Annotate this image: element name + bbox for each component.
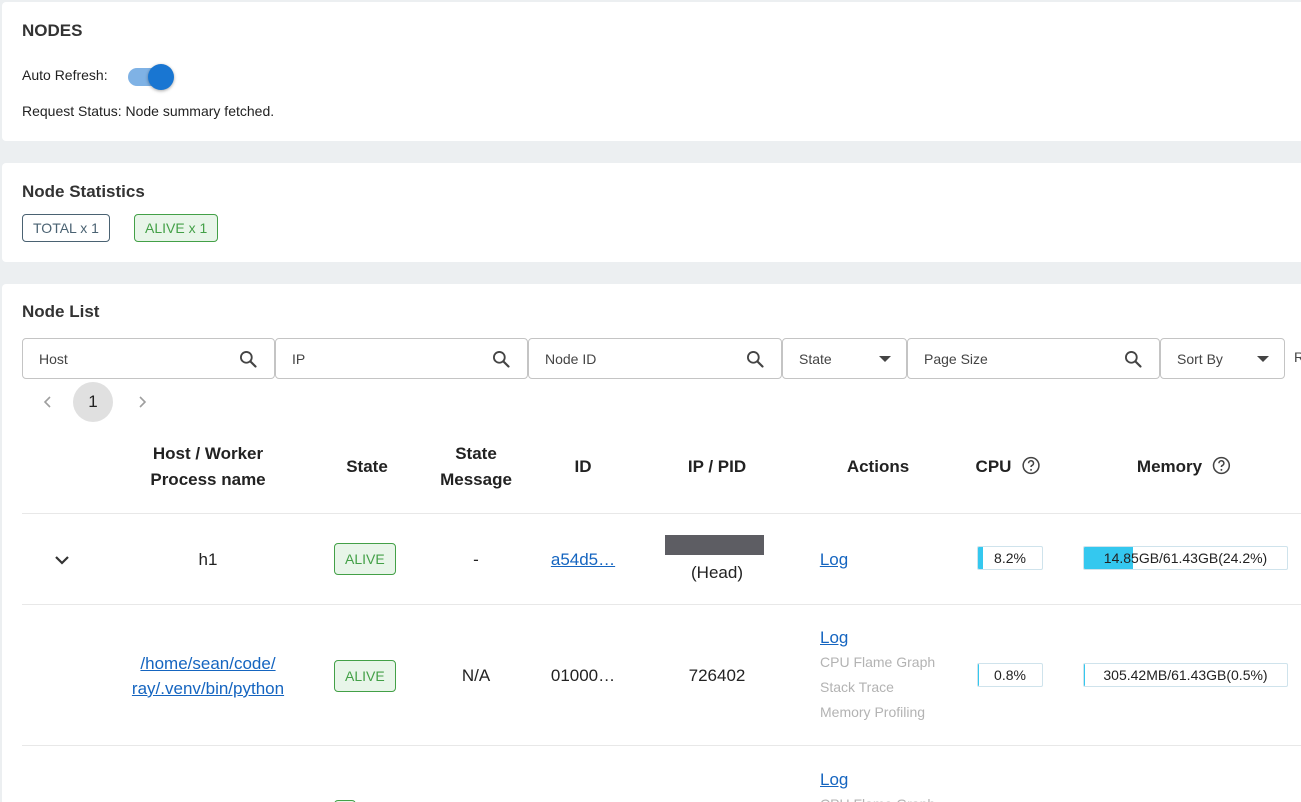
node-id-link[interactable]: a54d5… bbox=[551, 547, 615, 572]
worker-process-line1: /home/sean/code/ bbox=[140, 654, 276, 673]
chevron-down-icon[interactable] bbox=[52, 550, 72, 570]
host-placeholder: Host bbox=[39, 351, 68, 367]
chevron-right-icon[interactable] bbox=[132, 392, 152, 412]
cpu-flame-graph-action[interactable]: CPU Flame Graph bbox=[820, 792, 935, 802]
node-id-placeholder: Node ID bbox=[545, 351, 597, 367]
request-status: Request Status: Node summary fetched. bbox=[22, 103, 275, 119]
node-statistics-card: Node Statistics TOTAL x 1 ALIVE x 1 bbox=[2, 163, 1301, 262]
search-icon bbox=[240, 351, 257, 368]
cpu-usage-bar: 0.8% bbox=[977, 663, 1043, 687]
worker-process-link[interactable]: /home/sean/code/ ray/.venv/bin/python bbox=[132, 651, 284, 701]
dropdown-arrow-icon bbox=[1257, 356, 1269, 362]
page-size-input[interactable]: Page Size bbox=[907, 338, 1160, 379]
state-message: - bbox=[473, 550, 479, 569]
cpu-usage-bar: 8.2% bbox=[977, 546, 1043, 570]
cpu-usage-text: 0.8% bbox=[994, 667, 1026, 683]
column-host-line1: Host / Worker bbox=[152, 444, 264, 463]
column-memory: Memory bbox=[1137, 454, 1231, 480]
state-placeholder: State bbox=[799, 351, 832, 367]
log-link[interactable]: Log bbox=[820, 625, 935, 650]
toggle-thumb bbox=[148, 64, 174, 90]
ip-search-input[interactable]: IP bbox=[275, 338, 528, 379]
search-icon bbox=[1125, 351, 1142, 368]
help-circle-icon[interactable] bbox=[1021, 456, 1040, 475]
column-id: ID bbox=[574, 457, 592, 476]
state-select[interactable]: State bbox=[782, 338, 907, 379]
log-link[interactable]: Log bbox=[820, 767, 935, 792]
status-badge: ALIVE bbox=[334, 660, 396, 692]
column-host-line2: Process name bbox=[150, 470, 266, 489]
worker-actions: Log CPU Flame Graph Stack Trace Memory P… bbox=[820, 625, 935, 725]
auto-refresh-label: Auto Refresh: bbox=[22, 67, 108, 83]
worker-pid: 726402 bbox=[688, 666, 746, 685]
worker-actions: Log CPU Flame Graph bbox=[820, 767, 935, 802]
truncated-control[interactable]: R bbox=[1294, 349, 1301, 365]
page-size-placeholder: Page Size bbox=[924, 351, 988, 367]
worker-process-line2: ray/.venv/bin/python bbox=[131, 679, 285, 698]
memory-usage-text: 305.42MB/61.43GB(0.5%) bbox=[1103, 667, 1268, 683]
row-divider bbox=[22, 513, 1301, 514]
memory-usage-bar: 14.85GB/61.43GB(24.2%) bbox=[1083, 546, 1288, 570]
auto-refresh-toggle[interactable] bbox=[128, 64, 174, 90]
row-divider bbox=[22, 745, 1301, 746]
column-host: Host / Worker Process name bbox=[150, 441, 265, 493]
cpu-usage-text: 8.2% bbox=[994, 550, 1026, 566]
memory-usage-text: 14.85GB/61.43GB(24.2%) bbox=[1103, 550, 1268, 566]
column-cpu: CPU bbox=[976, 454, 1041, 480]
search-icon bbox=[747, 351, 764, 368]
status-badge: ALIVE bbox=[334, 543, 396, 575]
sort-by-select[interactable]: Sort By bbox=[1160, 338, 1285, 379]
row-divider bbox=[22, 604, 1301, 605]
node-id-search-input[interactable]: Node ID bbox=[528, 338, 782, 379]
node-list-card: Node List Host IP Node ID State Page Siz… bbox=[2, 284, 1301, 802]
column-cpu-label: CPU bbox=[975, 457, 1012, 476]
page-1-button[interactable]: 1 bbox=[73, 382, 113, 422]
ip-placeholder: IP bbox=[292, 351, 306, 367]
statistics-title: Node Statistics bbox=[22, 182, 145, 201]
help-circle-icon[interactable] bbox=[1212, 456, 1231, 475]
page-title: NODES bbox=[22, 21, 83, 40]
column-ip-pid: IP / PID bbox=[687, 457, 747, 476]
stack-trace-action[interactable]: Stack Trace bbox=[820, 675, 935, 700]
total-chip[interactable]: TOTAL x 1 bbox=[22, 214, 110, 242]
column-state: State bbox=[346, 457, 388, 476]
column-actions: Actions bbox=[846, 457, 910, 476]
dropdown-arrow-icon bbox=[879, 356, 891, 362]
search-icon bbox=[493, 351, 510, 368]
memory-profiling-action[interactable]: Memory Profiling bbox=[820, 700, 935, 725]
chevron-left-icon[interactable] bbox=[38, 392, 58, 412]
log-link[interactable]: Log bbox=[820, 547, 848, 572]
host-name: h1 bbox=[198, 550, 218, 569]
host-search-input[interactable]: Host bbox=[22, 338, 275, 379]
alive-chip[interactable]: ALIVE x 1 bbox=[134, 214, 219, 242]
redacted-ip bbox=[665, 535, 764, 555]
memory-usage-bar: 305.42MB/61.43GB(0.5%) bbox=[1083, 663, 1288, 687]
worker-id: 01000… bbox=[550, 666, 616, 685]
column-state-message-line2: Message bbox=[440, 470, 512, 489]
node-list-title: Node List bbox=[22, 302, 100, 321]
column-memory-label: Memory bbox=[1136, 457, 1203, 476]
ip-head-label: (Head) bbox=[691, 563, 743, 582]
nodes-card: NODES Auto Refresh: Request Status: Node… bbox=[2, 2, 1301, 141]
column-state-message-line1: State bbox=[455, 444, 497, 463]
sort-by-placeholder: Sort By bbox=[1177, 351, 1223, 367]
cpu-flame-graph-action[interactable]: CPU Flame Graph bbox=[820, 650, 935, 675]
state-message: N/A bbox=[461, 666, 491, 685]
column-state-message: State Message bbox=[440, 441, 512, 493]
